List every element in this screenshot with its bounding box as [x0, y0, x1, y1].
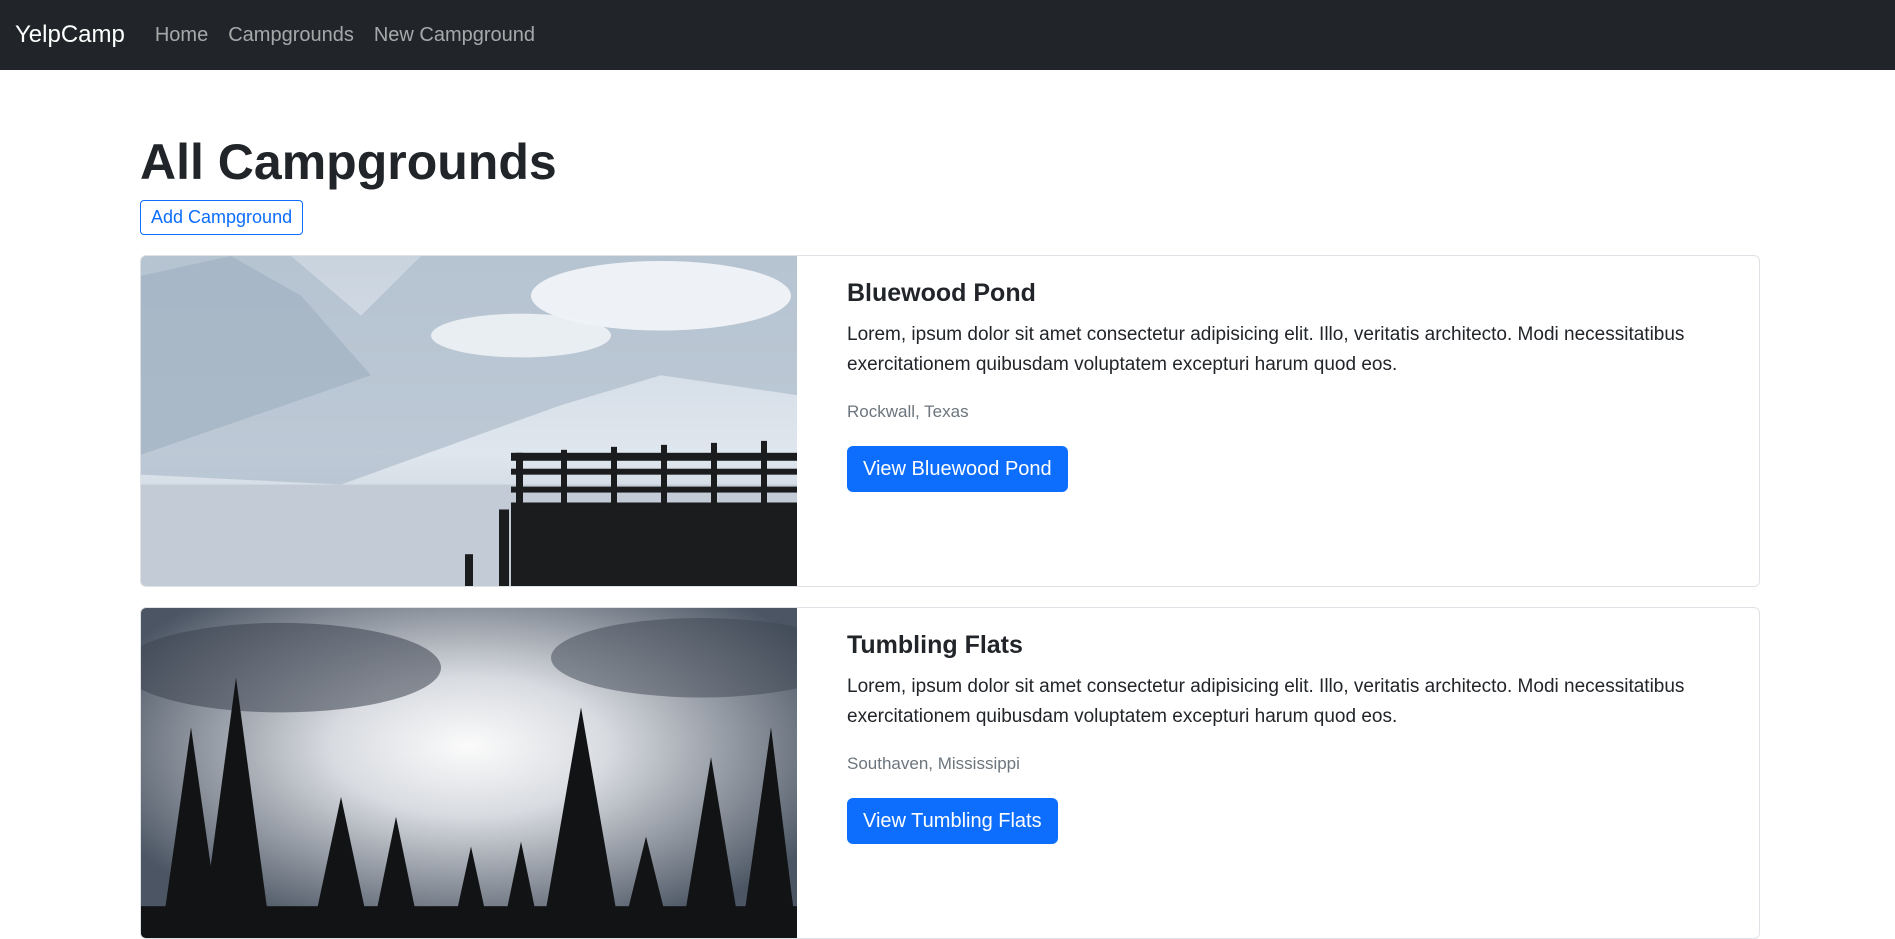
add-campground-button[interactable]: Add Campground [140, 200, 304, 235]
campground-title: Bluewood Pond [847, 279, 1036, 307]
campground-card: Bluewood Pond Lorem, ipsum dolor sit ame… [140, 255, 1760, 587]
campground-description: Lorem, ipsum dolor sit amet consectetur … [847, 324, 1685, 375]
campground-location: Rockwall, Texas [847, 402, 969, 421]
view-campground-button[interactable]: View Tumbling Flats [847, 798, 1058, 844]
campground-image [141, 608, 797, 938]
campground-location: Southaven, Mississippi [847, 754, 1020, 773]
page-title: All Campgrounds [140, 134, 557, 190]
campground-card: Tumbling Flats Lorem, ipsum dolor sit am… [140, 607, 1760, 939]
nav-link-new-campground[interactable]: New Campground [374, 24, 535, 47]
brand-logo[interactable]: YelpCamp [15, 21, 125, 49]
campground-description: Lorem, ipsum dolor sit amet consectetur … [847, 676, 1685, 727]
view-campground-button[interactable]: View Bluewood Pond [847, 446, 1068, 492]
main-container: All Campgrounds Add Campground Bluewood … [140, 70, 1760, 939]
nav-link-campgrounds[interactable]: Campgrounds [228, 24, 354, 47]
campground-image [141, 256, 797, 586]
campground-card-body: Bluewood Pond Lorem, ipsum dolor sit ame… [797, 256, 1759, 586]
nav-link-home[interactable]: Home [155, 24, 208, 47]
navbar: YelpCamp Home Campgrounds New Campground [0, 0, 1895, 70]
campground-title: Tumbling Flats [847, 631, 1023, 659]
campground-card-body: Tumbling Flats Lorem, ipsum dolor sit am… [797, 608, 1759, 938]
